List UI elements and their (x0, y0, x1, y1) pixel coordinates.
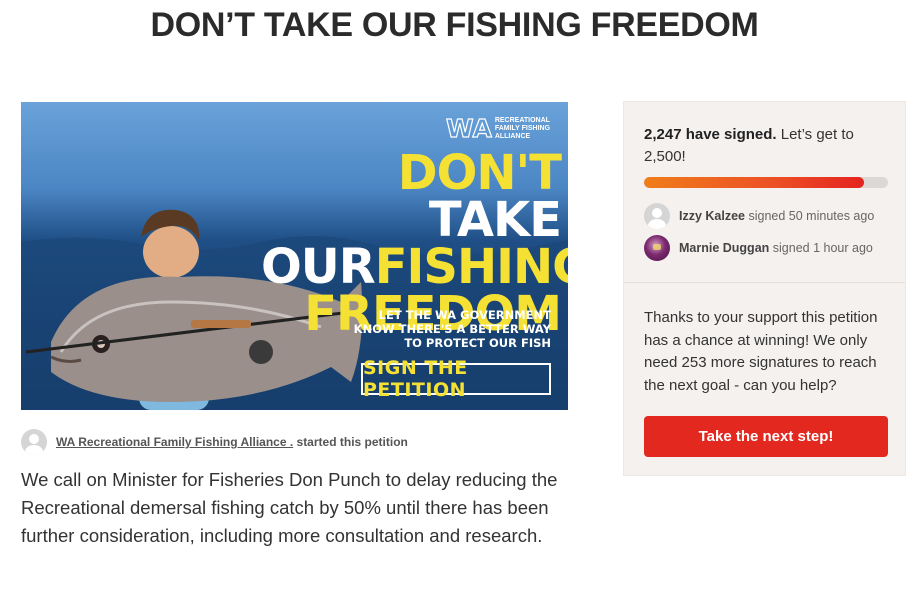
progress-fill (644, 177, 864, 188)
petition-starter: WA Recreational Family Fishing Alliance … (21, 429, 408, 455)
recent-signer: Izzy Kalzee signed 50 minutes ago (644, 203, 874, 229)
hero-subheadline: LET THE WA GOVERNMENT KNOW THERE'S A BET… (351, 308, 551, 350)
hero-sign-petition-box: SIGN THE PETITION (361, 357, 551, 401)
starter-name-link[interactable]: WA Recreational Family Fishing Alliance … (56, 435, 293, 449)
sub-line: LET THE WA GOVERNMENT (378, 308, 551, 322)
petition-hero-image: WA RECREATIONAL FAMILY FISHING ALLIANCE … (21, 102, 568, 410)
wa-alliance-logo: WA RECREATIONAL FAMILY FISHING ALLIANCE (445, 114, 565, 143)
avatar-placeholder-icon (644, 203, 670, 229)
logo-mark: WA (445, 114, 492, 143)
signed-count: 2,247 have signed. (644, 126, 777, 143)
petition-description: We call on Minister for Fisheries Don Pu… (21, 469, 558, 546)
avatar (644, 235, 670, 261)
take-next-step-button[interactable]: Take the next step! (644, 416, 888, 457)
divider (624, 282, 905, 283)
recent-signer: Marnie Duggan signed 1 hour ago (644, 235, 873, 261)
signer-name: Marnie Duggan (679, 241, 770, 255)
support-message: Thanks to your support this petition has… (644, 309, 878, 394)
starter-action: started this petition (296, 435, 408, 449)
avatar-placeholder-icon (21, 429, 47, 455)
page-title: DON’T TAKE OUR FISHING FREEDOM (150, 6, 759, 44)
signer-time: signed 1 hour ago (772, 241, 873, 255)
signature-count: 2,247 have signed. Let’s get to 2,500! (644, 124, 889, 168)
logo-text: RECREATIONAL FAMILY FISHING ALLIANCE (494, 116, 551, 140)
signer-time: signed 50 minutes ago (748, 209, 875, 223)
signature-panel: 2,247 have signed. Let’s get to 2,500! I… (623, 101, 906, 476)
sub-line: KNOW THERE'S A BETTER WAY (353, 322, 551, 336)
signer-name: Izzy Kalzee (679, 209, 746, 223)
signature-progress-bar (644, 177, 888, 188)
sub-line: TO PROTECT OUR FISH (404, 336, 551, 350)
